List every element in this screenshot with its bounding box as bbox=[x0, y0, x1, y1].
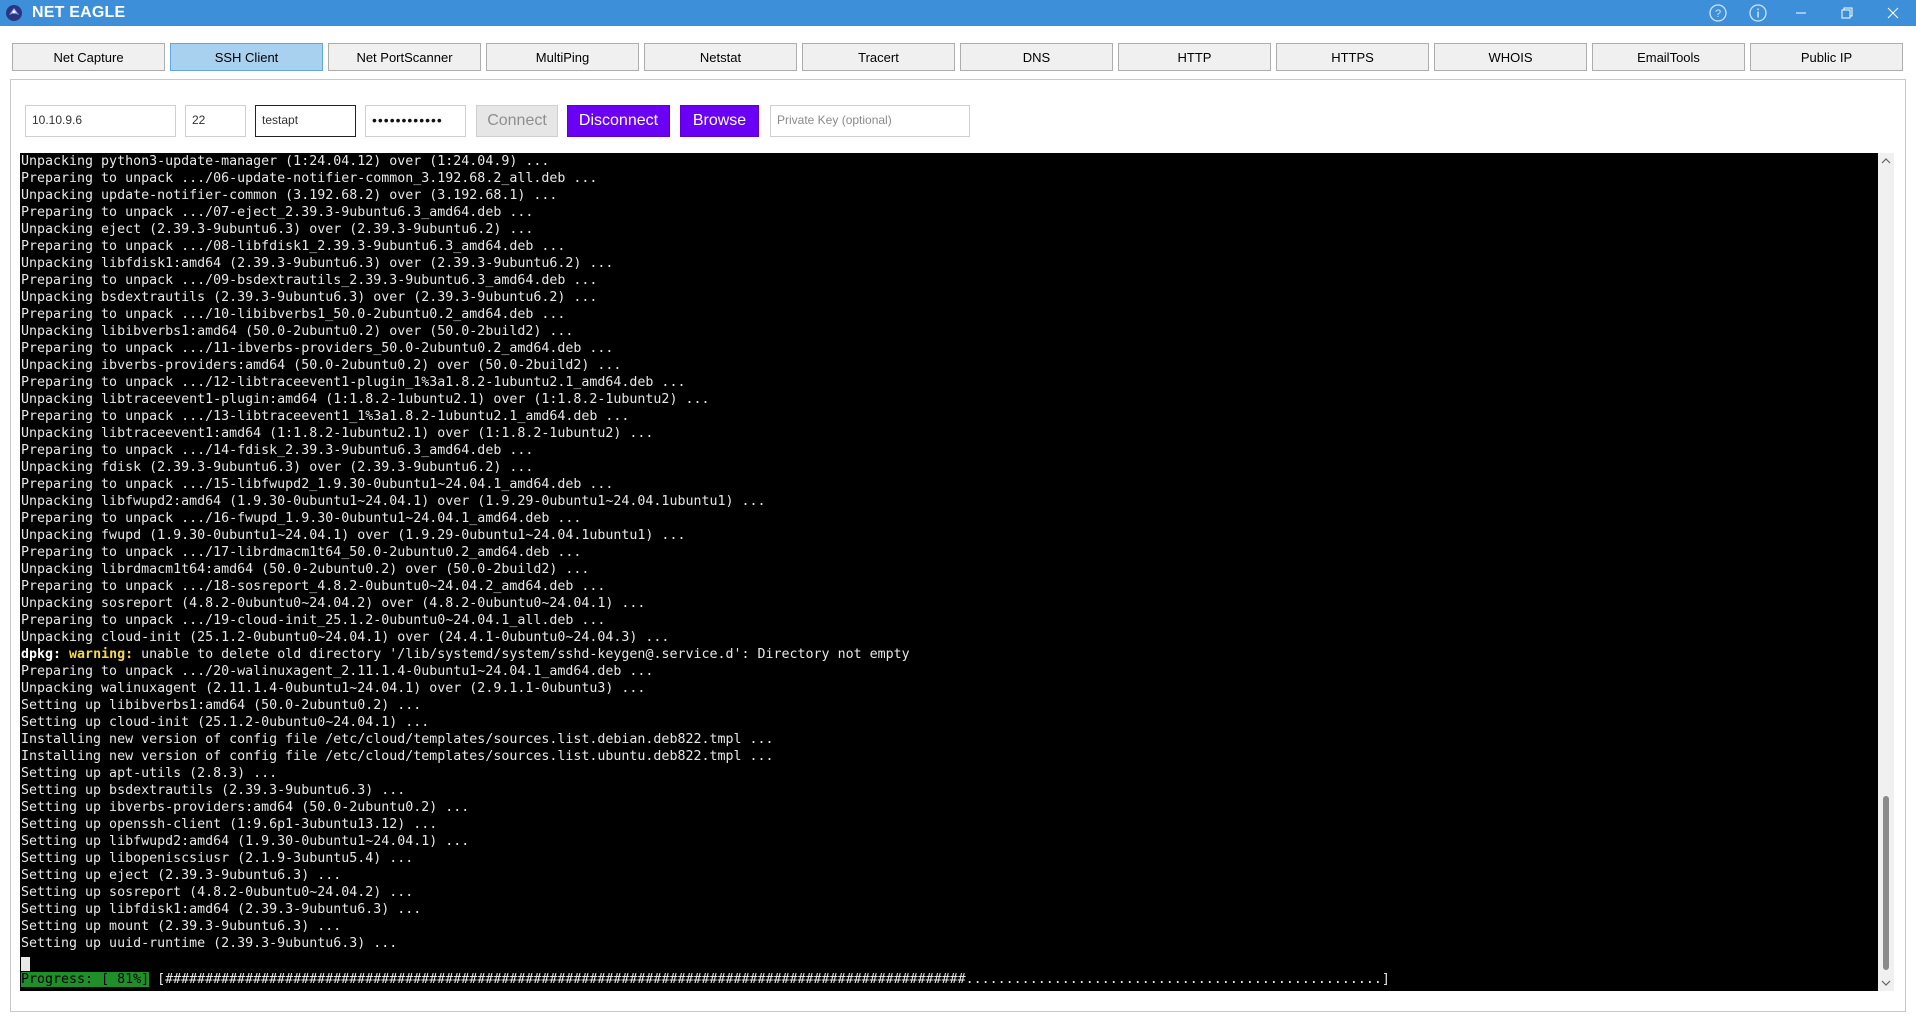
terminal-line: Setting up cloud-init (25.1.2-0ubuntu0~2… bbox=[21, 715, 430, 730]
terminal-line: Setting up libfdisk1:amd64 (2.39.3-9ubun… bbox=[21, 902, 422, 917]
terminal-line: Unpacking libtraceevent1-plugin:amd64 (1… bbox=[21, 392, 710, 407]
terminal-line: Preparing to unpack .../15-libfwupd2_1.9… bbox=[21, 477, 614, 492]
terminal-line: Unpacking libfwupd2:amd64 (1.9.30-0ubunt… bbox=[21, 494, 766, 509]
terminal-line: Preparing to unpack .../12-libtraceevent… bbox=[21, 375, 686, 390]
terminal-line: Setting up libfwupd2:amd64 (1.9.30-0ubun… bbox=[21, 834, 470, 849]
terminal-line: Unpacking python3-update-manager (1:24.0… bbox=[21, 154, 550, 169]
tab-net-portscanner[interactable]: Net PortScanner bbox=[328, 43, 481, 71]
terminal-line: Setting up uuid-runtime (2.39.3-9ubuntu6… bbox=[21, 936, 398, 951]
terminal-line: Unpacking fdisk (2.39.3-9ubuntu6.3) over… bbox=[21, 460, 534, 475]
terminal-line: dpkg: warning: unable to delete old dire… bbox=[21, 647, 910, 662]
svg-text:?: ? bbox=[1715, 8, 1721, 20]
terminal-line: Setting up ibverbs-providers:amd64 (50.0… bbox=[21, 800, 470, 815]
terminal-line: Unpacking update-notifier-common (3.192.… bbox=[21, 188, 558, 203]
tab-public-ip[interactable]: Public IP bbox=[1750, 43, 1903, 71]
terminal-line: Setting up bsdextrautils (2.39.3-9ubuntu… bbox=[21, 783, 406, 798]
terminal-line: Unpacking cloud-init (25.1.2-0ubuntu0~24… bbox=[21, 630, 670, 645]
terminal-line: Unpacking libtraceevent1:amd64 (1:1.8.2-… bbox=[21, 426, 654, 441]
terminal-line: Preparing to unpack .../11-ibverbs-provi… bbox=[21, 341, 614, 356]
close-button[interactable] bbox=[1870, 0, 1916, 26]
tab-emailtools[interactable]: EmailTools bbox=[1592, 43, 1745, 71]
terminal-line: Unpacking librdmacm1t64:amd64 (50.0-2ubu… bbox=[21, 562, 590, 577]
terminal-line: Unpacking walinuxagent (2.11.1.4-0ubuntu… bbox=[21, 681, 646, 696]
terminal-lines: Unpacking python3-update-manager (1:24.0… bbox=[21, 153, 910, 952]
terminal-output[interactable]: Unpacking python3-update-manager (1:24.0… bbox=[20, 153, 1878, 991]
help-button[interactable]: ? bbox=[1698, 0, 1738, 26]
port-input[interactable]: 22 bbox=[185, 105, 246, 137]
terminal-line: Preparing to unpack .../06-update-notifi… bbox=[21, 171, 598, 186]
terminal-line: Installing new version of config file /e… bbox=[21, 732, 774, 747]
progress-bar: [#######################################… bbox=[149, 972, 1390, 987]
disconnect-button[interactable]: Disconnect bbox=[567, 105, 670, 137]
restore-button[interactable] bbox=[1824, 0, 1870, 26]
terminal-line: Unpacking sosreport (4.8.2-0ubuntu0~24.0… bbox=[21, 596, 646, 611]
tab-netstat[interactable]: Netstat bbox=[644, 43, 797, 71]
terminal-cursor bbox=[21, 957, 30, 971]
terminal-line: Preparing to unpack .../17-librdmacm1t64… bbox=[21, 545, 582, 560]
terminal-line: Unpacking libfdisk1:amd64 (2.39.3-9ubunt… bbox=[21, 256, 614, 271]
private-key-input[interactable]: Private Key (optional) bbox=[770, 105, 970, 137]
terminal-line: Unpacking libibverbs1:amd64 (50.0-2ubunt… bbox=[21, 324, 574, 339]
tab-tracert[interactable]: Tracert bbox=[802, 43, 955, 71]
minimize-button[interactable] bbox=[1778, 0, 1824, 26]
terminal-line: Preparing to unpack .../09-bsdextrautils… bbox=[21, 273, 598, 288]
tab-http[interactable]: HTTP bbox=[1118, 43, 1271, 71]
password-input[interactable]: •••••••••••• bbox=[365, 105, 466, 137]
progress-row: Progress: [ 81%] [######################… bbox=[21, 971, 1390, 988]
scrollbar-thumb[interactable] bbox=[1883, 796, 1889, 970]
terminal-line: Preparing to unpack .../13-libtraceevent… bbox=[21, 409, 630, 424]
info-button[interactable] bbox=[1738, 0, 1778, 26]
restore-icon bbox=[1841, 7, 1853, 19]
tab-ssh-client[interactable]: SSH Client bbox=[170, 43, 323, 71]
tab-whois[interactable]: WHOIS bbox=[1434, 43, 1587, 71]
app-title: NET EAGLE bbox=[32, 4, 126, 21]
terminal-line: Setting up sosreport (4.8.2-0ubuntu0~24.… bbox=[21, 885, 414, 900]
host-input[interactable]: 10.10.9.6 bbox=[25, 105, 176, 137]
terminal-line: Setting up apt-utils (2.8.3) ... bbox=[21, 766, 278, 781]
tab-net-capture[interactable]: Net Capture bbox=[12, 43, 165, 71]
terminal-line: Preparing to unpack .../07-eject_2.39.3-… bbox=[21, 205, 534, 220]
terminal-line: Installing new version of config file /e… bbox=[21, 749, 774, 764]
help-icon: ? bbox=[1709, 4, 1727, 22]
tab-dns[interactable]: DNS bbox=[960, 43, 1113, 71]
scroll-up-arrow[interactable] bbox=[1878, 153, 1894, 169]
terminal-line: Preparing to unpack .../08-libfdisk1_2.3… bbox=[21, 239, 566, 254]
terminal-line: Unpacking ibverbs-providers:amd64 (50.0-… bbox=[21, 358, 622, 373]
eagle-logo-icon bbox=[6, 5, 22, 21]
terminal-line: Setting up eject (2.39.3-9ubuntu6.3) ... bbox=[21, 868, 342, 883]
terminal-line: Setting up openssh-client (1:9.6p1-3ubun… bbox=[21, 817, 438, 832]
minimize-icon bbox=[1796, 12, 1806, 14]
terminal-line: Unpacking fwupd (1.9.30-0ubuntu1~24.04.1… bbox=[21, 528, 686, 543]
connect-button[interactable]: Connect bbox=[476, 105, 558, 137]
username-input[interactable]: testapt bbox=[255, 105, 356, 137]
title-bar: NET EAGLE ? bbox=[0, 0, 1916, 26]
terminal-line: Unpacking eject (2.39.3-9ubuntu6.3) over… bbox=[21, 222, 534, 237]
chevron-up-icon bbox=[1881, 158, 1891, 164]
browse-button[interactable]: Browse bbox=[680, 105, 759, 137]
terminal-line: Preparing to unpack .../20-walinuxagent_… bbox=[21, 664, 654, 679]
terminal-line: Setting up libopeniscsiusr (2.1.9-3ubunt… bbox=[21, 851, 414, 866]
terminal-line: Preparing to unpack .../18-sosreport_4.8… bbox=[21, 579, 606, 594]
terminal-line: Setting up libibverbs1:amd64 (50.0-2ubun… bbox=[21, 698, 422, 713]
progress-label: Progress: [ 81%] bbox=[21, 972, 150, 987]
terminal-line: Unpacking bsdextrautils (2.39.3-9ubuntu6… bbox=[21, 290, 598, 305]
terminal-scrollbar[interactable] bbox=[1878, 153, 1894, 991]
chevron-down-icon bbox=[1881, 980, 1891, 986]
terminal-line: Preparing to unpack .../16-fwupd_1.9.30-… bbox=[21, 511, 582, 526]
info-icon bbox=[1749, 4, 1767, 22]
terminal-line: Preparing to unpack .../14-fdisk_2.39.3-… bbox=[21, 443, 534, 458]
terminal-line: Setting up mount (2.39.3-9ubuntu6.3) ... bbox=[21, 919, 342, 934]
close-icon bbox=[1887, 7, 1899, 19]
tab-https[interactable]: HTTPS bbox=[1276, 43, 1429, 71]
terminal-line: Preparing to unpack .../10-libibverbs1_5… bbox=[21, 307, 566, 322]
scroll-down-arrow[interactable] bbox=[1878, 975, 1894, 991]
tab-multiping[interactable]: MultiPing bbox=[486, 43, 639, 71]
terminal-line: Preparing to unpack .../19-cloud-init_25… bbox=[21, 613, 606, 628]
